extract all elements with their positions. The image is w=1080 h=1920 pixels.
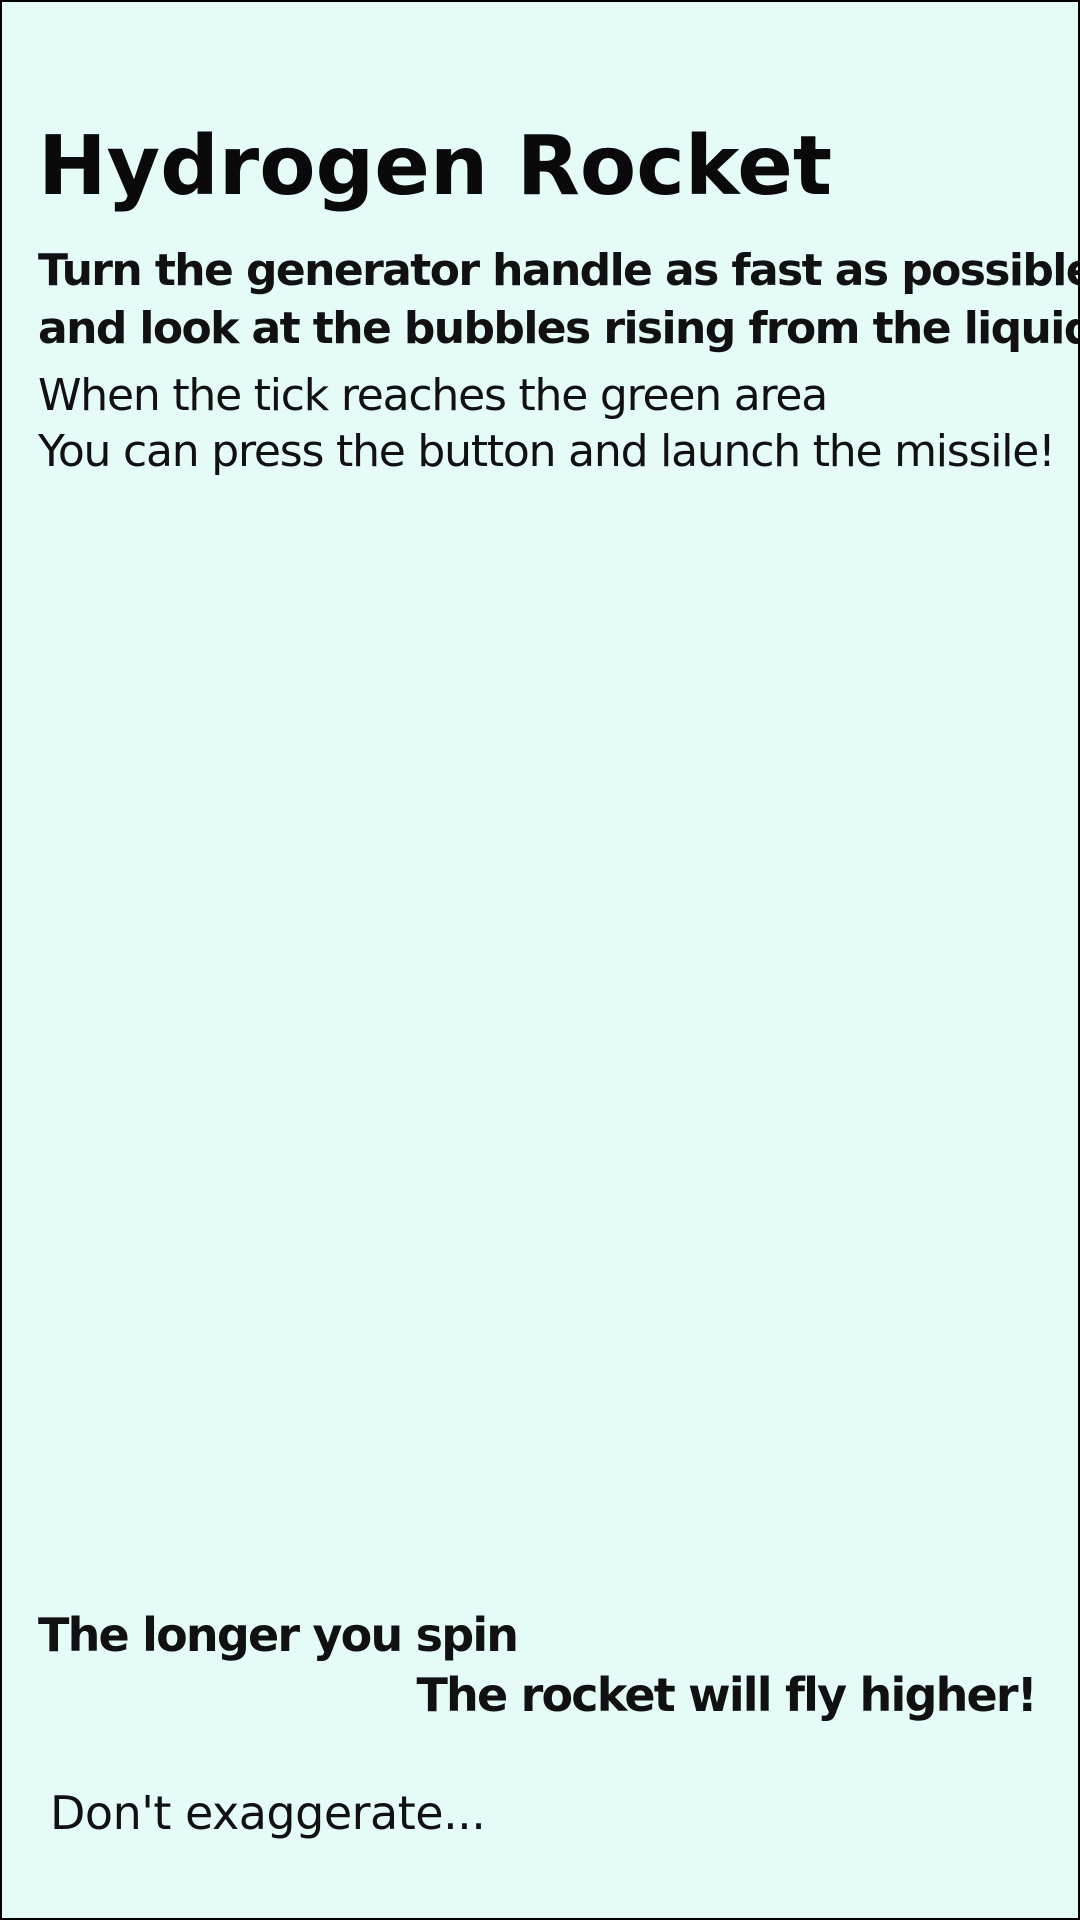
page-title: Hydrogen Rocket (38, 119, 833, 214)
game-screen: Hydrogen Rocket Turn the generator handl… (0, 0, 1080, 1920)
warning-text: Don't exaggerate... (50, 1786, 486, 1840)
subtitle-line: Turn the generator handle as fast as pos… (38, 245, 1080, 296)
instruction-line: You can press the button and launch the … (38, 426, 1056, 477)
instructions: When the tick reaches the green area You… (38, 368, 1056, 480)
subtitle-line: and look at the bubbles rising from the … (38, 303, 1080, 354)
hint-spin-longer: The longer you spin (38, 1608, 519, 1662)
hint-fly-higher: The rocket will fly higher! (416, 1668, 1037, 1722)
instruction-line: When the tick reaches the green area (38, 370, 828, 421)
subtitle: Turn the generator handle as fast as pos… (38, 242, 1080, 358)
